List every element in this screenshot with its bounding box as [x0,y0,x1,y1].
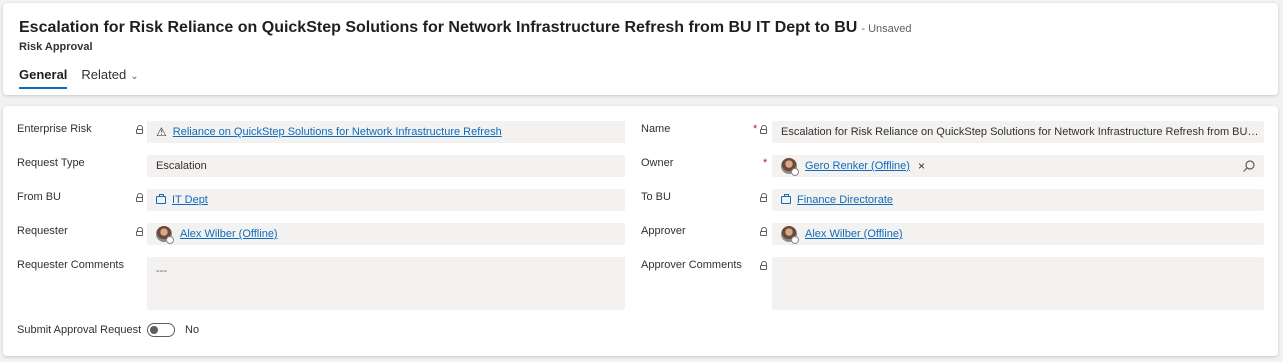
owner-field[interactable]: Gero Renker (Offline) × [772,155,1264,177]
requester-comments-label: Requester Comments [17,259,124,271]
business-unit-icon [781,194,791,204]
business-unit-icon [156,194,166,204]
name-label: Name [641,123,671,135]
approver-label: Approver [641,225,686,237]
approver-field[interactable]: Alex Wilber (Offline) [772,223,1264,245]
enterprise-risk-field[interactable]: ⚠ Reliance on QuickStep Solutions for Ne… [147,121,625,143]
from-bu-field[interactable]: IT Dept [147,189,625,211]
enterprise-risk-label: Enterprise Risk [17,123,92,135]
entity-name: Risk Approval [19,41,93,53]
request-type-label: Request Type [17,157,85,169]
lock-icon [760,227,768,236]
owner-link[interactable]: Gero Renker (Offline) [805,160,910,172]
lock-icon [136,227,144,236]
owner-label: Owner [641,157,674,169]
approver-link[interactable]: Alex Wilber (Offline) [805,228,903,240]
remove-owner-button[interactable]: × [918,159,925,173]
requester-comments-value: --- [156,265,167,277]
request-type-value: Escalation [156,160,207,172]
avatar [781,226,799,244]
requester-label: Requester [17,225,68,237]
lock-icon [136,125,144,134]
search-icon[interactable] [1242,159,1256,173]
required-indicator: * [763,157,768,169]
lock-icon [760,125,768,134]
to-bu-field[interactable]: Finance Directorate [772,189,1264,211]
approver-comments-label: Approver Comments [641,259,742,271]
from-bu-link[interactable]: IT Dept [172,194,208,206]
record-title: Escalation for Risk Reliance on QuickSte… [19,19,858,36]
requester-comments-field[interactable]: --- [147,257,625,310]
requester-link[interactable]: Alex Wilber (Offline) [180,228,278,240]
requester-field[interactable]: Alex Wilber (Offline) [147,223,625,245]
record-header: Escalation for Risk Reliance on QuickSte… [3,3,1278,95]
tab-list: General Related ⌄ [19,65,153,89]
approver-comments-field[interactable] [772,257,1264,310]
from-bu-label: From BU [17,191,61,203]
lock-icon [760,261,768,270]
tab-general-label: General [19,67,68,82]
avatar [156,226,174,244]
submit-approval-label: Submit Approval Request [17,324,142,336]
to-bu-label: To BU [641,191,671,203]
chevron-down-icon: ⌄ [130,71,139,82]
tab-related[interactable]: Related ⌄ [81,65,138,89]
toggle-knob [150,326,158,334]
tab-general[interactable]: General [19,65,68,89]
unsaved-indicator: - Unsaved [861,23,912,35]
presence-offline-icon [791,236,799,244]
name-value: Escalation for Risk Reliance on QuickSte… [781,126,1259,138]
tab-related-label: Related [81,67,127,82]
submit-approval-toggle[interactable] [147,323,175,337]
enterprise-risk-link[interactable]: Reliance on QuickStep Solutions for Netw… [173,126,502,138]
warning-icon: ⚠ [156,125,167,139]
presence-offline-icon [166,236,174,244]
to-bu-link[interactable]: Finance Directorate [797,194,893,206]
required-indicator: * [753,123,758,135]
title-row: Escalation for Risk Reliance on QuickSte… [19,19,912,37]
avatar [781,158,799,176]
name-field[interactable]: Escalation for Risk Reliance on QuickSte… [772,121,1264,143]
lock-icon [136,193,144,202]
submit-approval-value: No [185,324,200,336]
general-section: Enterprise Risk ⚠ Reliance on QuickStep … [3,106,1278,356]
request-type-field[interactable]: Escalation [147,155,625,177]
presence-offline-icon [791,168,799,176]
lock-icon [760,193,768,202]
